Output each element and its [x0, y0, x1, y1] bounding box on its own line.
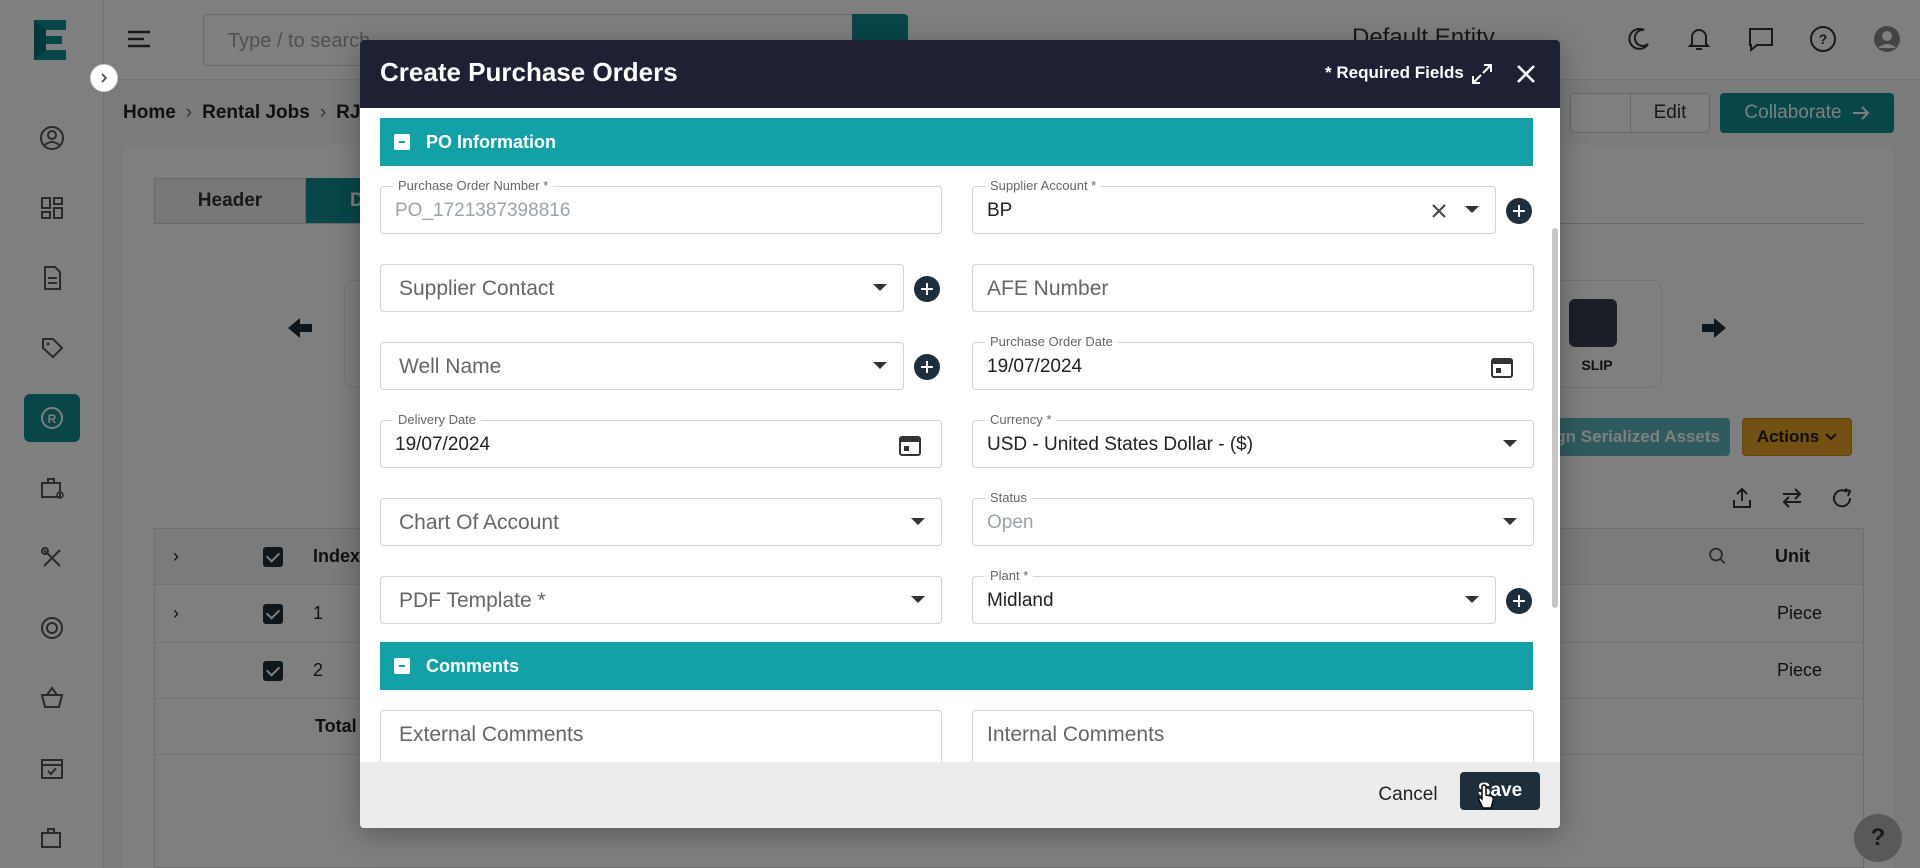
cancel-button[interactable]: Cancel [1368, 778, 1448, 812]
chevron-right-icon [101, 73, 108, 83]
delivery-date-input[interactable]: Delivery Date 19/07/2024 [380, 412, 942, 468]
field-placeholder: Supplier Contact [399, 277, 555, 300]
chevron-down-icon [873, 284, 887, 291]
po-number-field[interactable]: Purchase Order Number * PO_1721387398816 [380, 178, 942, 234]
section-title: Comments [426, 655, 520, 676]
field-value: 19/07/2024 [987, 356, 1083, 377]
supplier-account-select[interactable]: Supplier Account * BP [972, 178, 1496, 234]
maximize-icon[interactable] [1470, 62, 1494, 86]
add-plant-button[interactable] [1506, 588, 1532, 614]
well-name-select[interactable]: Well Name [380, 342, 904, 390]
dialog-body[interactable]: PO Information Purchase Order Number * P… [360, 108, 1560, 802]
chevron-down-icon [911, 596, 925, 603]
field-label: Supplier Account * [985, 178, 1102, 193]
sidebar-expand-button[interactable] [90, 64, 118, 92]
section-po-information[interactable]: PO Information [380, 118, 1533, 166]
chevron-down-icon [873, 362, 887, 369]
chevron-down-icon [1465, 596, 1479, 603]
field-label: Purchase Order Date [985, 334, 1118, 349]
add-supplier-account-button[interactable] [1506, 198, 1532, 224]
collapse-icon[interactable] [394, 134, 410, 150]
field-placeholder: Chart Of Account [399, 511, 559, 534]
pdf-template-select[interactable]: PDF Template * [380, 576, 942, 624]
po-date-input[interactable]: Purchase Order Date 19/07/2024 [972, 334, 1534, 390]
status-select[interactable]: Status Open [972, 490, 1534, 546]
field-placeholder: Internal Comments [987, 723, 1165, 746]
plant-select[interactable]: Plant * Midland [972, 568, 1496, 624]
field-placeholder: AFE Number [987, 277, 1109, 300]
add-supplier-contact-button[interactable] [914, 276, 940, 302]
chevron-down-icon [1503, 440, 1517, 447]
hand-cursor-icon [1478, 784, 1494, 809]
chevron-down-icon [1503, 518, 1517, 525]
field-label: Plant * [985, 568, 1034, 583]
field-value: PO_1721387398816 [395, 200, 571, 221]
dialog-footer: Cancel Save [360, 762, 1560, 828]
section-comments[interactable]: Comments [380, 642, 1533, 690]
dialog-header: Create Purchase Orders * Required Fields [360, 40, 1560, 108]
field-label: Delivery Date [393, 412, 482, 427]
field-placeholder: PDF Template * [399, 589, 546, 612]
field-placeholder: Well Name [399, 355, 502, 378]
field-value: BP [987, 200, 1013, 221]
save-button[interactable]: Save [1460, 772, 1540, 810]
dialog-scrollbar[interactable] [1552, 228, 1558, 608]
field-label: Currency * [985, 412, 1057, 427]
collapse-icon[interactable] [394, 658, 410, 674]
field-label: Status [985, 490, 1032, 505]
create-purchase-order-dialog: Create Purchase Orders * Required Fields… [360, 40, 1560, 828]
calendar-icon[interactable] [897, 432, 923, 458]
supplier-contact-select[interactable]: Supplier Contact [380, 264, 904, 312]
section-title: PO Information [426, 131, 556, 152]
field-value: Midland [987, 590, 1054, 611]
field-placeholder: External Comments [399, 723, 584, 746]
field-value: USD - United States Dollar - ($) [987, 434, 1254, 455]
field-value: Open [987, 512, 1034, 533]
close-icon[interactable] [1514, 62, 1538, 86]
chevron-down-icon [1465, 206, 1479, 213]
clear-icon[interactable] [1429, 201, 1449, 221]
chart-of-account-select[interactable]: Chart Of Account [380, 498, 942, 546]
add-well-name-button[interactable] [914, 354, 940, 380]
chevron-down-icon [911, 518, 925, 525]
dialog-title: Create Purchase Orders [380, 57, 678, 87]
required-fields-note: * Required Fields [1325, 63, 1464, 82]
field-value: 19/07/2024 [395, 434, 491, 455]
calendar-icon[interactable] [1489, 354, 1515, 380]
field-label: Purchase Order Number * [393, 178, 554, 193]
afe-number-input[interactable]: AFE Number [972, 264, 1534, 312]
currency-select[interactable]: Currency * USD - United States Dollar - … [972, 412, 1534, 468]
